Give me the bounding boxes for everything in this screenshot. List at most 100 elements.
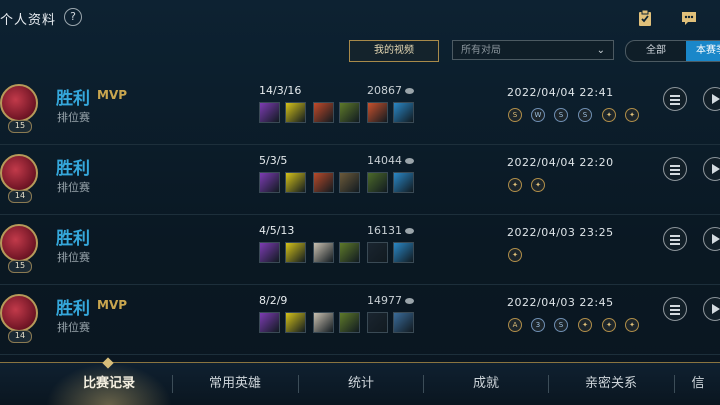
badge-icon: A: [508, 318, 522, 332]
match-date: 2022/04/04 22:41: [507, 86, 614, 99]
tab-relationships[interactable]: 亲密关系: [552, 363, 670, 405]
item-icon: [367, 312, 388, 333]
item-icon: [259, 242, 280, 263]
item-icon: [393, 312, 414, 333]
replay-button[interactable]: [703, 157, 720, 181]
tab-achievements[interactable]: 成就: [427, 363, 545, 405]
item-icon: [259, 172, 280, 193]
hero-avatar: [0, 84, 38, 122]
badge-icon: ✦: [625, 318, 639, 332]
match-mode: 排位赛: [57, 111, 90, 124]
item-icon: [313, 312, 334, 333]
item-icon: [339, 172, 360, 193]
badge-icon: ✦: [578, 318, 592, 332]
segment-season[interactable]: 本赛季: [686, 41, 720, 61]
match-result: 胜利: [56, 229, 90, 249]
replay-button[interactable]: [703, 87, 720, 111]
badge-icon: 3: [531, 318, 545, 332]
match-row[interactable]: 15 胜利 MVP 排位赛 14/3/16 20867 2022/04/04 22:41 S W…: [0, 78, 720, 148]
kda: 8/2/9: [259, 294, 288, 307]
coin-icon: [405, 158, 414, 164]
gold-amount: 14977: [367, 294, 414, 307]
item-icon: [285, 102, 306, 123]
item-icon: [367, 242, 388, 263]
badge-icon: ✦: [508, 178, 522, 192]
clipboard-check-icon[interactable]: [636, 9, 654, 27]
item-icon: [313, 242, 334, 263]
replay-button[interactable]: [703, 227, 720, 251]
match-mode: 排位赛: [57, 251, 90, 264]
kda: 4/5/13: [259, 224, 295, 237]
tab-statistics[interactable]: 统计: [302, 363, 420, 405]
item-icon: [339, 102, 360, 123]
match-row[interactable]: 14 胜利 MVP 排位赛 8/2/9 14977 2022/04/03 22:45 A 3 S ✦…: [0, 288, 720, 358]
hero-level: 14: [8, 190, 32, 203]
hero-level: 15: [8, 260, 32, 273]
gold-amount: 14044: [367, 154, 414, 167]
item-icon: [393, 242, 414, 263]
filter-bar: 我的视频 所有对局 ⌄ 全部 本赛季: [0, 40, 720, 62]
chevron-down-icon: ⌄: [596, 45, 605, 56]
tab-divider: [172, 375, 173, 393]
match-row[interactable]: 15 胜利排位赛 4/5/13 16131 2022/04/03 23:25 ✦: [0, 218, 720, 288]
tab-match-history[interactable]: 比赛记录: [50, 363, 168, 405]
kda: 5/3/5: [259, 154, 288, 167]
match-detail-button[interactable]: [663, 227, 687, 251]
match-filter-value: 所有对局: [461, 45, 501, 56]
item-icon: [339, 312, 360, 333]
match-filter-select[interactable]: 所有对局 ⌄: [452, 40, 614, 60]
top-bar: 个人资料 ?: [0, 0, 720, 36]
match-date: 2022/04/03 22:45: [507, 296, 614, 309]
gold-amount: 16131: [367, 224, 414, 237]
page-title: 个人资料: [0, 13, 57, 28]
match-detail-button[interactable]: [663, 157, 687, 181]
badge-icon: ✦: [602, 318, 616, 332]
tab-divider: [674, 375, 675, 393]
row-divider: [0, 354, 720, 355]
hero-avatar: [0, 224, 38, 262]
bottom-nav: 比赛记录 常用英雄 统计 成就 亲密关系 信: [0, 357, 720, 405]
segment-all[interactable]: 全部: [626, 41, 686, 61]
tab-more[interactable]: 信: [678, 363, 718, 405]
item-icon: [367, 172, 388, 193]
match-mode: 排位赛: [57, 181, 90, 194]
hero-avatar: [0, 154, 38, 192]
mvp-label: MVP: [97, 88, 128, 102]
row-divider: [0, 214, 720, 215]
badge-icon: ✦: [602, 108, 616, 122]
match-mode: 排位赛: [57, 321, 90, 334]
help-icon[interactable]: ?: [64, 8, 82, 26]
replay-button[interactable]: [703, 297, 720, 321]
item-icon: [313, 172, 334, 193]
item-icon: [259, 102, 280, 123]
row-divider: [0, 144, 720, 145]
match-row[interactable]: 14 胜利 排位赛 5/3/5 14044 2022/04/04 22:20 ✦ ✦: [0, 148, 720, 218]
gold-value: 14044: [367, 154, 402, 167]
badge-icon: W: [531, 108, 545, 122]
match-date: 2022/04/03 23:25: [507, 226, 614, 239]
match-detail-button[interactable]: [663, 87, 687, 111]
kda: 14/3/16: [259, 84, 302, 97]
tab-common-heroes[interactable]: 常用英雄: [176, 363, 294, 405]
mvp-label: MVP: [97, 298, 128, 312]
match-result: 胜利: [56, 299, 90, 319]
badge-icon: ✦: [508, 248, 522, 262]
chat-icon[interactable]: [680, 9, 698, 27]
item-icon: [285, 242, 306, 263]
match-detail-button[interactable]: [663, 297, 687, 321]
my-videos-button[interactable]: 我的视频: [349, 40, 439, 62]
gold-value: 16131: [367, 224, 402, 237]
tab-divider: [423, 375, 424, 393]
coin-icon: [405, 228, 414, 234]
item-icon: [259, 312, 280, 333]
badge-icon: ✦: [531, 178, 545, 192]
tab-divider: [298, 375, 299, 393]
hero-level: 15: [8, 120, 32, 133]
season-toggle[interactable]: 全部 本赛季: [625, 40, 720, 62]
match-result: 胜利: [56, 89, 90, 109]
gold-value: 20867: [367, 84, 402, 97]
badge-icon: S: [508, 108, 522, 122]
row-divider: [0, 284, 720, 285]
coin-icon: [405, 88, 414, 94]
item-icon: [313, 102, 334, 123]
